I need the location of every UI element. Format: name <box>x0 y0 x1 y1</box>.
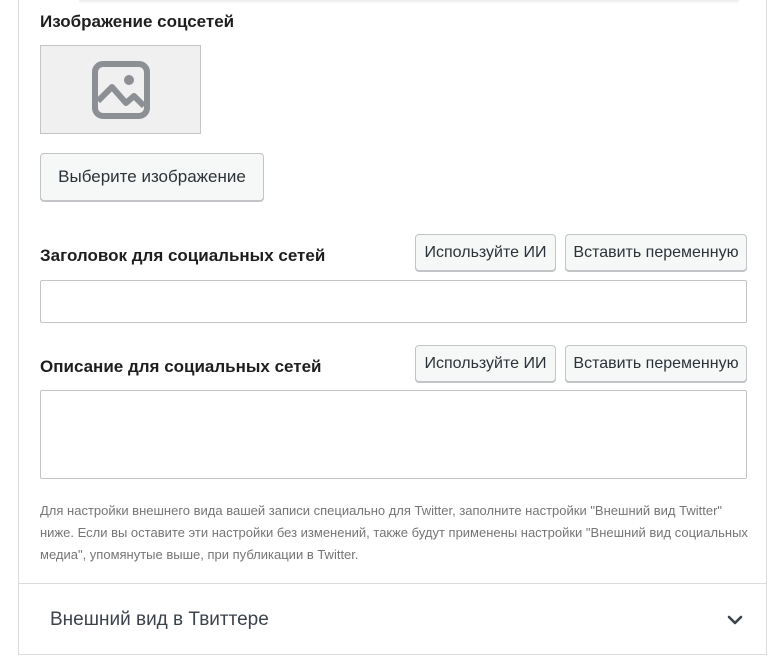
select-image-button[interactable]: Выберите изображение <box>40 153 264 201</box>
social-description-textarea[interactable] <box>40 390 747 479</box>
title-use-ai-button[interactable]: Используйте ИИ <box>415 234 556 271</box>
description-insert-variable-button[interactable]: Вставить переменную <box>565 345 747 382</box>
social-image-label: Изображение соцсетей <box>40 12 235 31</box>
description-use-ai-button[interactable]: Используйте ИИ <box>415 345 556 382</box>
image-placeholder-icon <box>91 60 150 119</box>
twitter-appearance-accordion[interactable]: Внешний вид в Твиттере <box>19 584 766 655</box>
twitter-help-text: Для настройки внешнего вида вашей записи… <box>40 503 748 562</box>
social-appearance-panel: Изображение соцсетей Выберите изображени… <box>18 0 767 655</box>
social-title-input[interactable] <box>40 280 747 323</box>
top-divider-shadow <box>79 0 739 4</box>
social-title-label: Заголовок для социальных сетей <box>40 246 326 265</box>
twitter-appearance-title: Внешний вид в Твиттере <box>50 608 269 630</box>
title-insert-variable-button[interactable]: Вставить переменную <box>565 234 747 271</box>
chevron-down-icon <box>727 615 743 624</box>
social-description-label: Описание для социальных сетей <box>40 357 322 376</box>
social-image-preview[interactable] <box>40 45 201 134</box>
